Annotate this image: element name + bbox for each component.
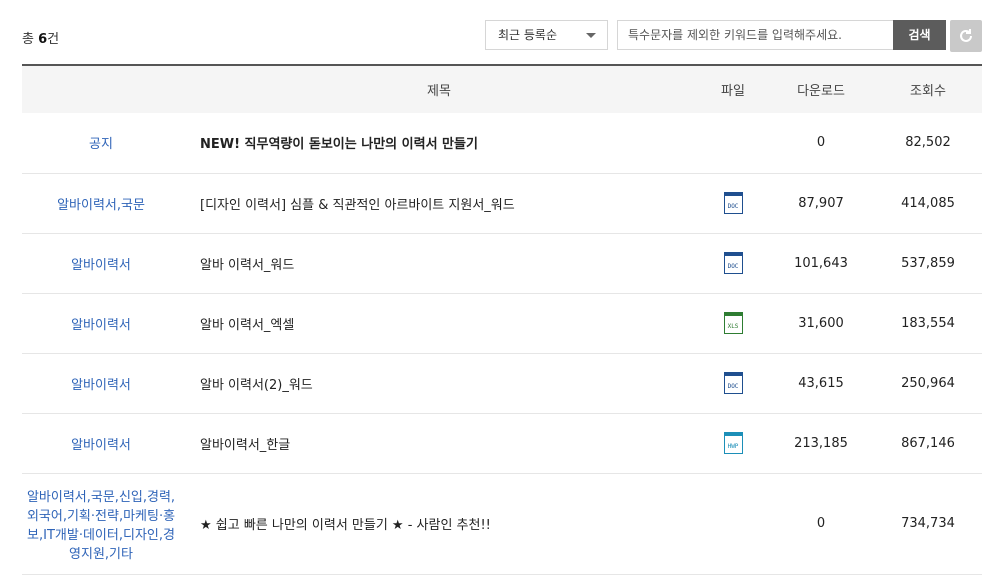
row-category: 알바이력서 <box>22 293 180 353</box>
row-downloads: 213,185 <box>794 435 848 451</box>
row-file <box>698 473 768 574</box>
row-title[interactable]: [디자인 이력서] 심플 & 직관적인 아르바이트 지원서_워드 <box>180 173 698 233</box>
row-category: 알바이력서,국문,신입,경력,외국어,기획·전략,마케팅·홍보,IT개발·데이터… <box>22 473 180 574</box>
row-file: XLS <box>698 293 768 353</box>
table-header: 제목 파일 다운로드 조회수 <box>22 65 982 113</box>
row-views: 250,964 <box>901 375 955 391</box>
doc-file-icon[interactable]: DOC <box>723 372 743 394</box>
file-type-label: DOC <box>727 203 739 210</box>
row-category: 알바이력서 <box>22 353 180 413</box>
search-input[interactable] <box>617 20 893 50</box>
row-title[interactable]: 알바이력서_한글 <box>180 413 698 473</box>
row-category: 알바이력서,국문 <box>22 173 180 233</box>
row-views: 867,146 <box>901 435 955 451</box>
row-file: DOC <box>698 233 768 293</box>
row-views: 537,859 <box>901 255 955 271</box>
sort-selected-label: 최근 등록순 <box>498 28 558 42</box>
resume-table: 제목 파일 다운로드 조회수 공지 NEW! 직무역량이 돋보이는 나만의 이력서… <box>22 64 982 575</box>
row-category: 공지 <box>22 113 180 173</box>
reset-button[interactable] <box>950 20 982 52</box>
file-type-label: XLS <box>727 323 739 330</box>
table-row[interactable]: 알바이력서,국문 [디자인 이력서] 심플 & 직관적인 아르바이트 지원서_워드… <box>22 173 982 233</box>
row-views: 82,502 <box>905 135 951 151</box>
total-prefix: 총 <box>22 32 39 47</box>
row-downloads: 0 <box>816 135 826 151</box>
row-file <box>698 113 768 173</box>
row-title[interactable]: NEW! 직무역량이 돋보이는 나만의 이력서 만들기 <box>180 113 698 173</box>
row-views: 183,554 <box>901 315 955 331</box>
file-type-label: DOC <box>727 383 739 390</box>
category-link[interactable]: 알바이력서 <box>71 378 131 393</box>
row-file: DOC <box>698 173 768 233</box>
doc-file-icon[interactable]: DOC <box>723 192 743 214</box>
row-title[interactable]: 알바 이력서(2)_워드 <box>180 353 698 413</box>
total-number: 6 <box>38 32 48 47</box>
file-type-label: HWP <box>727 443 739 450</box>
row-file: HWP <box>698 413 768 473</box>
row-title[interactable]: ★ 쉽고 빠른 나만의 이력서 만들기 ★ - 사람인 추천!! <box>180 473 698 574</box>
sort-select[interactable]: 최근 등록순 <box>485 20 608 50</box>
row-downloads: 43,615 <box>798 375 844 391</box>
list-toolbar: 총 6건 최근 등록순 검색 <box>22 20 982 52</box>
doc-file-icon[interactable]: DOC <box>723 252 743 274</box>
table-row[interactable]: 알바이력서 알바 이력서_워드 DOC 101,643 537,859 <box>22 233 982 293</box>
row-downloads: 101,643 <box>794 255 848 271</box>
row-views: 414,085 <box>901 195 955 211</box>
header-views: 조회수 <box>910 84 946 99</box>
row-category: 알바이력서 <box>22 233 180 293</box>
category-link[interactable]: 알바이력서,국문 <box>57 198 145 213</box>
row-downloads: 31,600 <box>798 315 844 331</box>
total-count: 총 6건 <box>22 28 59 47</box>
refresh-icon <box>960 29 972 42</box>
row-title[interactable]: 알바 이력서_워드 <box>180 233 698 293</box>
row-file: DOC <box>698 353 768 413</box>
xls-file-icon[interactable]: XLS <box>723 312 743 334</box>
table-row[interactable]: 알바이력서 알바 이력서_엑셀 XLS 31,600 183,554 <box>22 293 982 353</box>
row-category: 알바이력서 <box>22 413 180 473</box>
row-views: 734,734 <box>901 516 955 531</box>
table-row[interactable]: 알바이력서,국문,신입,경력,외국어,기획·전략,마케팅·홍보,IT개발·데이터… <box>22 473 982 574</box>
category-link[interactable]: 알바이력서 <box>71 438 131 453</box>
category-link[interactable]: 알바이력서,국문,신입,경력,외국어,기획·전략,마케팅·홍보,IT개발·데이터… <box>27 490 175 562</box>
search-button[interactable]: 검색 <box>893 20 946 50</box>
row-title[interactable]: 알바 이력서_엑셀 <box>180 293 698 353</box>
header-file: 파일 <box>721 84 745 99</box>
header-title: 제목 <box>427 84 451 99</box>
category-link[interactable]: 알바이력서 <box>71 318 131 333</box>
file-type-label: DOC <box>727 263 739 270</box>
category-link[interactable]: 알바이력서 <box>71 258 131 273</box>
table-row[interactable]: 알바이력서 알바 이력서(2)_워드 DOC 43,615 250,964 <box>22 353 982 413</box>
row-downloads: 87,907 <box>798 195 844 211</box>
table-row[interactable]: 알바이력서 알바이력서_한글 HWP 213,185 867,146 <box>22 413 982 473</box>
hwp-file-icon[interactable]: HWP <box>723 432 743 454</box>
chevron-down-icon <box>586 33 596 38</box>
table-row[interactable]: 공지 NEW! 직무역량이 돋보이는 나만의 이력서 만들기 0 82,502 <box>22 113 982 173</box>
total-suffix: 건 <box>47 32 60 47</box>
row-downloads: 0 <box>816 516 826 531</box>
header-category <box>22 65 180 113</box>
category-link[interactable]: 공지 <box>89 137 113 152</box>
header-downloads: 다운로드 <box>797 84 845 99</box>
